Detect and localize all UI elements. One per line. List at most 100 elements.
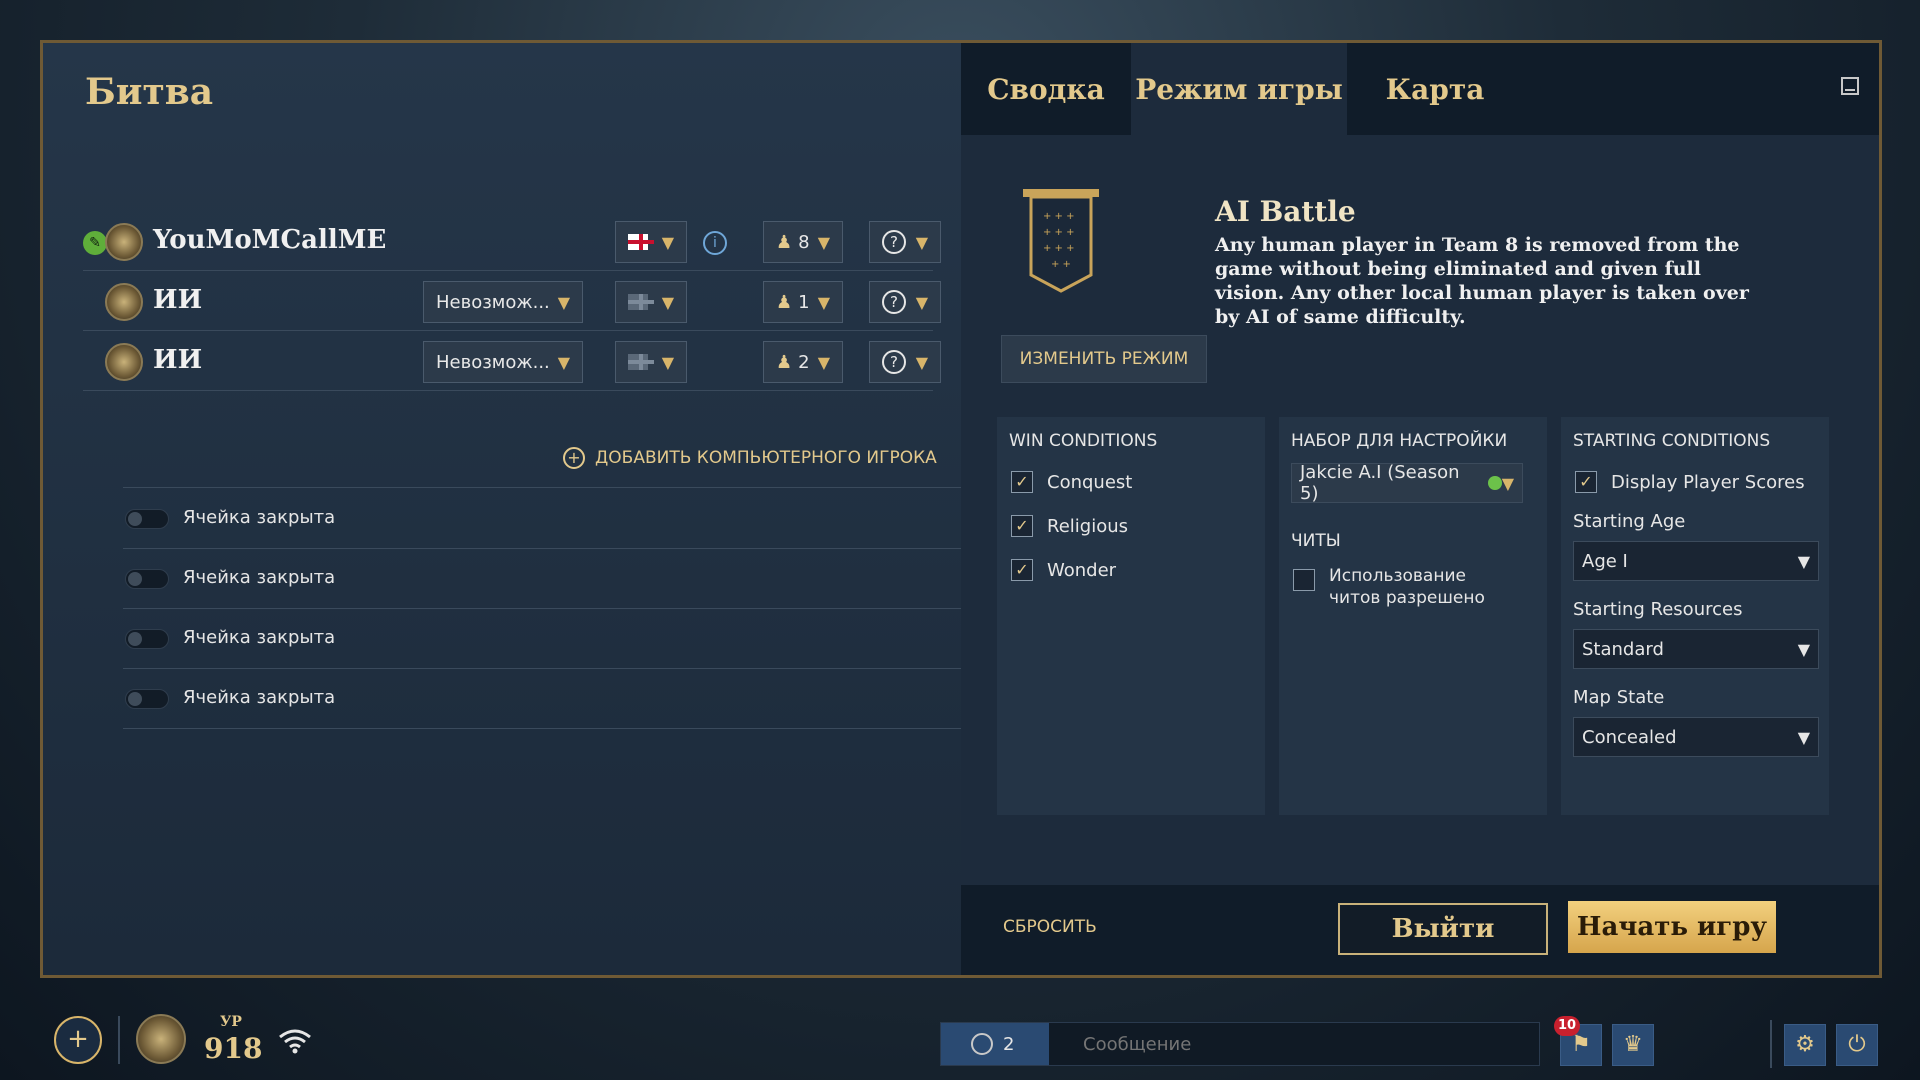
tab-game-mode[interactable]: Режим игры <box>1131 43 1347 135</box>
chat-bar: 2 <box>940 1022 1540 1066</box>
slot-label: Ячейка закрыта <box>183 627 336 648</box>
ai-avatar <box>105 343 143 381</box>
difficulty-value: Невозмож... <box>436 291 550 313</box>
random-flag-icon <box>628 294 654 310</box>
chat-input[interactable] <box>1053 1023 1539 1065</box>
game-mode-card: + + + + + + + + + + + AI Battle Any huma… <box>961 135 1879 885</box>
chevron-down-icon: ▼ <box>817 292 830 312</box>
mode-title: AI Battle <box>1215 195 1356 228</box>
team-icon: ♟ <box>776 291 793 313</box>
reset-button[interactable]: СБРОСИТЬ <box>1003 917 1097 937</box>
chevron-down-icon: ▼ <box>1797 639 1810 659</box>
avatar[interactable] <box>105 223 143 261</box>
svg-text:+ + +: + + + <box>1043 243 1075 254</box>
checkbox-display-scores[interactable]: ✓ Display Player Scores <box>1575 471 1805 493</box>
win-conditions-column: WIN CONDITIONS ✓ Conquest ✓ Religious ✓ … <box>997 417 1265 815</box>
team-dropdown[interactable]: ♟ 8 ▼ <box>763 221 843 263</box>
mode-description: Any human player in Team 8 is removed fr… <box>1215 234 1749 328</box>
host-key-icon: ✎ <box>83 231 107 255</box>
team-dropdown[interactable]: ♟ 2 ▼ <box>763 341 843 383</box>
checkbox-empty <box>1293 569 1315 591</box>
change-mode-button[interactable]: ИЗМЕНИТЬ РЕЖИМ <box>1001 335 1207 383</box>
player-row: ИИ Невозмож... ▼ ▼ ♟ 1 ▼ ? ▼ ✕ <box>83 273 983 331</box>
closed-slot: Ячейка закрыта <box>123 609 973 669</box>
slot-label: Ячейка закрыта <box>183 567 336 588</box>
online-friends-button[interactable]: 2 <box>941 1023 1049 1065</box>
chevron-down-icon: ▼ <box>1797 551 1810 571</box>
starting-resources-value: Standard <box>1582 638 1664 660</box>
divider <box>123 487 973 488</box>
chevron-down-icon: ▼ <box>661 352 674 372</box>
difficulty-dropdown[interactable]: Невозмож... ▼ <box>423 341 583 383</box>
color-dropdown[interactable]: ? ▼ <box>869 281 941 323</box>
tab-summary[interactable]: Сводка <box>961 43 1131 135</box>
verified-icon <box>1487 476 1502 490</box>
divider <box>1770 1020 1772 1068</box>
banner-icon: + + + + + + + + + + + <box>1023 189 1099 293</box>
chevron-down-icon: ▼ <box>915 352 928 372</box>
wifi-icon <box>279 1029 311 1054</box>
add-ai-button[interactable]: + ДОБАВИТЬ КОМПЬЮТЕРНОГО ИГРОКА <box>563 447 937 469</box>
chevron-down-icon: ▼ <box>817 352 830 372</box>
chevron-down-icon: ▼ <box>661 232 674 252</box>
online-count-value: 2 <box>1003 1033 1015 1055</box>
civ-dropdown[interactable]: ▼ <box>615 341 687 383</box>
starting-age-select[interactable]: Age I ▼ <box>1573 541 1819 581</box>
start-game-button[interactable]: Начать игру <box>1568 901 1776 953</box>
closed-slot: Ячейка закрыта <box>123 549 973 609</box>
page-title: Битва <box>85 71 214 113</box>
color-value: ? <box>882 230 906 254</box>
cheats-heading: ЧИТЫ <box>1291 531 1341 551</box>
team-icon: ♟ <box>776 231 793 253</box>
starting-conditions-column: STARTING CONDITIONS ✓ Display Player Sco… <box>1561 417 1829 815</box>
slot-toggle[interactable] <box>125 689 169 709</box>
color-dropdown[interactable]: ? ▼ <box>869 221 941 263</box>
notification-badge: 10 <box>1554 1016 1580 1036</box>
settings-gear-icon[interactable]: ⚙ <box>1784 1024 1826 1066</box>
tuning-pack-select[interactable]: Jakcie A.I (Season 5) ▼ <box>1291 462 1523 504</box>
checkmark-icon: ✓ <box>1575 471 1597 493</box>
map-state-label: Map State <box>1573 687 1665 708</box>
exit-button[interactable]: Выйти <box>1338 903 1548 955</box>
checkbox-cheats[interactable]: Использование читов разрешено <box>1293 565 1499 609</box>
starting-resources-select[interactable]: Standard ▼ <box>1573 629 1819 669</box>
team-icon: ♟ <box>776 351 793 373</box>
players-panel: Битва ✎ YouMoMCallME ▼ i ♟ 8 ▼ ? ▼ ИИ Не… <box>43 43 983 975</box>
checkbox-label: Использование читов разрешено <box>1329 566 1485 608</box>
civ-dropdown[interactable]: ▼ <box>615 281 687 323</box>
tuning-heading: НАБОР ДЛЯ НАСТРОЙКИ <box>1291 431 1508 451</box>
player-row: ✎ YouMoMCallME ▼ i ♟ 8 ▼ ? ▼ <box>83 213 941 271</box>
checkmark-icon: ✓ <box>1011 515 1033 537</box>
checkbox-label: Wonder <box>1047 559 1117 581</box>
minimize-icon[interactable] <box>1841 77 1859 95</box>
chevron-down-icon: ▼ <box>557 292 570 312</box>
chevron-down-icon: ▼ <box>1501 473 1514 493</box>
team-dropdown[interactable]: ♟ 1 ▼ <box>763 281 843 323</box>
checkbox-wonder[interactable]: ✓ Wonder <box>1011 559 1116 581</box>
info-icon[interactable]: i <box>703 231 727 255</box>
slot-toggle[interactable] <box>125 509 169 529</box>
map-state-select[interactable]: Concealed ▼ <box>1573 717 1819 757</box>
tab-map[interactable]: Карта <box>1347 43 1523 135</box>
player-name: YouMoMCallME <box>153 225 387 255</box>
team-value: 1 <box>798 291 810 313</box>
checkbox-conquest[interactable]: ✓ Conquest <box>1011 471 1132 493</box>
profile-avatar[interactable] <box>136 1014 186 1064</box>
slot-toggle[interactable] <box>125 629 169 649</box>
difficulty-dropdown[interactable]: Невозмож... ▼ <box>423 281 583 323</box>
civ-dropdown[interactable]: ▼ <box>615 221 687 263</box>
chevron-down-icon: ▼ <box>661 292 674 312</box>
chevron-down-icon: ▼ <box>557 352 570 372</box>
slot-label: Ячейка закрыта <box>183 687 336 708</box>
slot-label: Ячейка закрыта <box>183 507 336 528</box>
checkbox-religious[interactable]: ✓ Religious <box>1011 515 1128 537</box>
crown-icon[interactable]: ♛ <box>1612 1024 1654 1066</box>
add-friend-button[interactable]: + <box>54 1016 102 1064</box>
slot-toggle[interactable] <box>125 569 169 589</box>
color-dropdown[interactable]: ? ▼ <box>869 341 941 383</box>
team-value: 2 <box>798 351 810 373</box>
player-row: ИИ Невозмож... ▼ ▼ ♟ 2 ▼ ? ▼ ✕ <box>83 333 983 391</box>
divider <box>118 1016 120 1064</box>
power-icon[interactable]: ⏻ <box>1836 1024 1878 1066</box>
win-conditions-heading: WIN CONDITIONS <box>1009 431 1158 451</box>
